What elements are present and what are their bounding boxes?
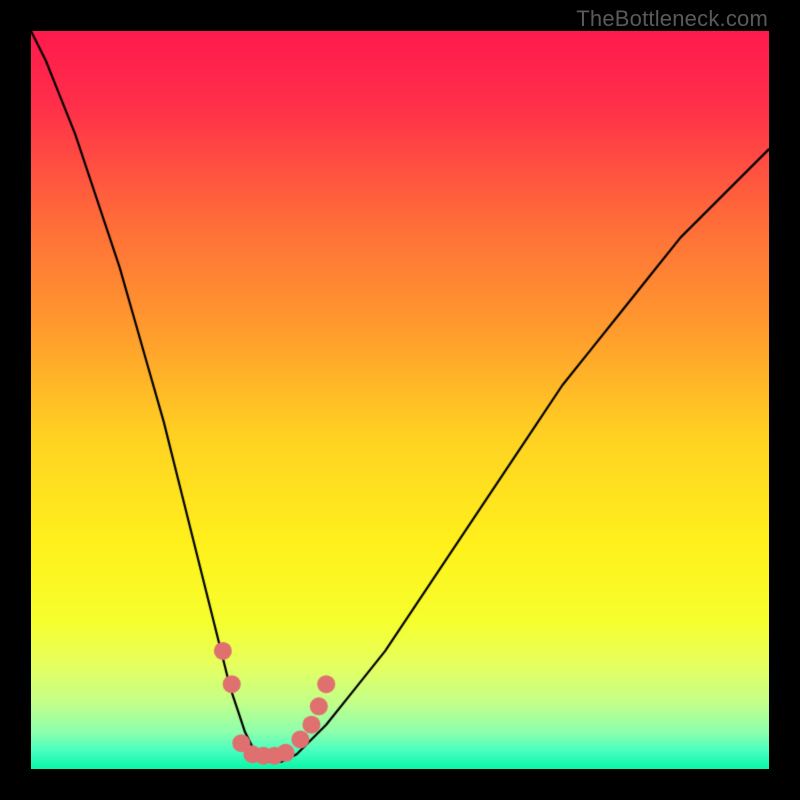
watermark-text: TheBottleneck.com (576, 6, 768, 32)
outer-frame: TheBottleneck.com (0, 0, 800, 800)
plot-area (31, 31, 769, 769)
chart-canvas (31, 31, 769, 769)
